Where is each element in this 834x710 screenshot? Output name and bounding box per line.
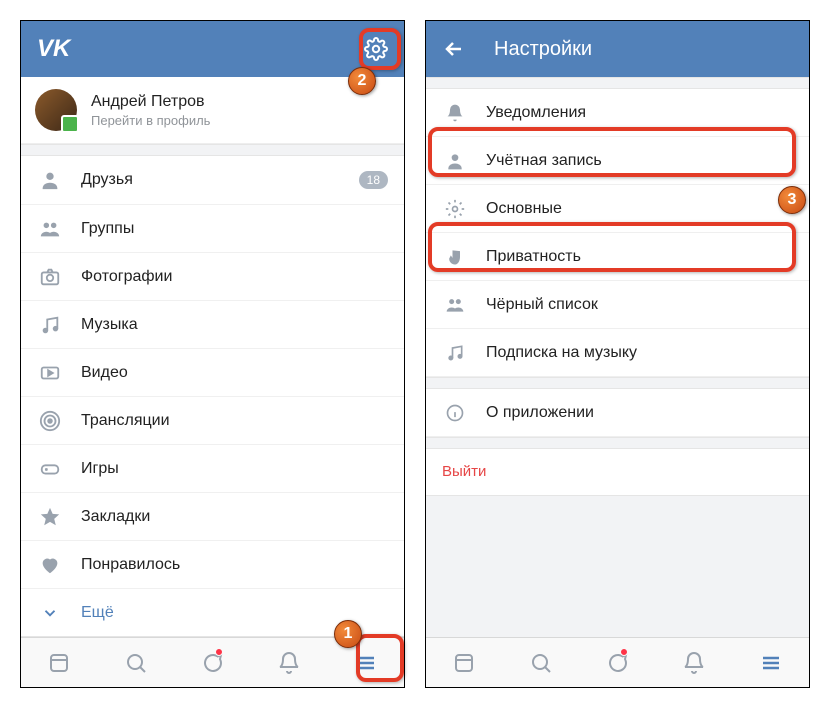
news-icon <box>452 651 476 675</box>
chevron-down-icon <box>37 600 63 626</box>
nav-news[interactable] <box>426 638 503 687</box>
back-button[interactable] <box>442 37 466 61</box>
settings-general[interactable]: Основные <box>426 185 809 233</box>
bell-icon <box>682 651 706 675</box>
menu-liked[interactable]: Понравилось <box>21 540 404 588</box>
menu-music[interactable]: Музыка <box>21 300 404 348</box>
settings-privacy[interactable]: Приватность <box>426 233 809 281</box>
section-gap <box>426 377 809 389</box>
nav-messages[interactable] <box>579 638 656 687</box>
menu-photos[interactable]: Фотографии <box>21 252 404 300</box>
settings-account[interactable]: Учётная запись <box>426 137 809 185</box>
header-left: VK <box>21 21 404 77</box>
person-icon <box>37 167 63 193</box>
menu-games[interactable]: Игры <box>21 444 404 492</box>
bell-icon <box>277 651 301 675</box>
settings-logout[interactable]: Выйти <box>426 449 809 495</box>
nav-messages[interactable] <box>174 638 251 687</box>
menu-more[interactable]: Ещё <box>21 588 404 636</box>
groups-icon <box>37 216 63 242</box>
bottom-nav-left <box>21 637 404 687</box>
arrow-left-icon <box>442 37 466 61</box>
notification-dot <box>620 648 628 656</box>
section-gap <box>426 77 809 89</box>
star-icon <box>37 504 63 530</box>
bottom-nav-right <box>426 637 809 687</box>
friends-badge: 18 <box>359 171 388 189</box>
gear-icon <box>442 196 468 222</box>
vk-logo: VK <box>37 35 70 63</box>
settings-button[interactable] <box>364 37 388 61</box>
nav-menu[interactable] <box>327 638 404 687</box>
section-gap <box>426 495 809 637</box>
content-left: Андрей Петров Перейти в профиль Друзья 1… <box>21 77 404 637</box>
profile-name: Андрей Петров <box>91 93 210 111</box>
header-right: Настройки <box>426 21 809 77</box>
settings-music-sub[interactable]: Подписка на музыку <box>426 329 809 377</box>
section-gap <box>426 437 809 449</box>
notification-dot <box>215 648 223 656</box>
settings-title: Настройки <box>494 38 592 61</box>
nav-search[interactable] <box>503 638 580 687</box>
broadcast-icon <box>37 408 63 434</box>
avatar <box>35 89 77 131</box>
menu-video[interactable]: Видео <box>21 348 404 396</box>
camera-icon <box>37 264 63 290</box>
heart-icon <box>37 552 63 578</box>
profile-subtitle: Перейти в профиль <box>91 113 210 128</box>
gamepad-icon <box>37 456 63 482</box>
gear-icon <box>364 37 388 61</box>
phone-left: VK Андрей Петров Перейти в профиль Друзь… <box>20 20 405 688</box>
nav-notifications[interactable] <box>251 638 328 687</box>
menu-groups[interactable]: Группы <box>21 204 404 252</box>
bell-icon <box>442 100 468 126</box>
video-icon <box>37 360 63 386</box>
profile-row[interactable]: Андрей Петров Перейти в профиль <box>21 77 404 144</box>
search-icon <box>529 651 553 675</box>
menu-bookmarks[interactable]: Закладки <box>21 492 404 540</box>
search-icon <box>124 651 148 675</box>
nav-news[interactable] <box>21 638 98 687</box>
phone-right: Настройки Уведомления Учётная запись Осн… <box>425 20 810 688</box>
hamburger-icon <box>759 651 783 675</box>
hand-icon <box>442 244 468 270</box>
info-icon <box>442 400 468 426</box>
people-icon <box>442 292 468 318</box>
settings-notifications[interactable]: Уведомления <box>426 89 809 137</box>
news-icon <box>47 651 71 675</box>
section-gap <box>21 144 404 156</box>
person-icon <box>442 148 468 174</box>
nav-menu[interactable] <box>732 638 809 687</box>
music-icon <box>442 340 468 366</box>
music-icon <box>37 312 63 338</box>
nav-notifications[interactable] <box>656 638 733 687</box>
menu-live[interactable]: Трансляции <box>21 396 404 444</box>
settings-about[interactable]: О приложении <box>426 389 809 437</box>
content-right: Уведомления Учётная запись Основные Прив… <box>426 77 809 637</box>
menu-friends[interactable]: Друзья 18 <box>21 156 404 204</box>
nav-search[interactable] <box>98 638 175 687</box>
hamburger-icon <box>354 651 378 675</box>
settings-blacklist[interactable]: Чёрный список <box>426 281 809 329</box>
